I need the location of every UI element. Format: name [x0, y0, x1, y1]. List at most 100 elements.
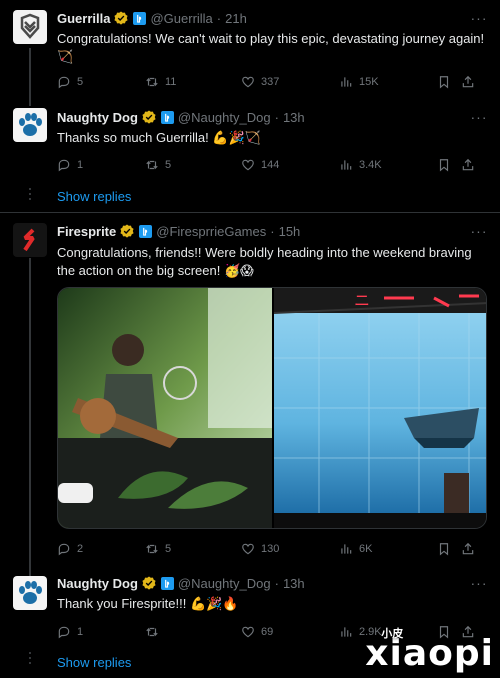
- naughty-dog-avatar[interactable]: [13, 108, 47, 142]
- display-name[interactable]: Naughty Dog: [57, 576, 138, 591]
- share-button[interactable]: [461, 158, 475, 172]
- playstation-affiliate-icon[interactable]: [160, 110, 174, 124]
- thread-dots: [29, 652, 31, 667]
- display-name[interactable]: Naughty Dog: [57, 110, 138, 125]
- bookmark-icon: [439, 543, 449, 556]
- separator-dot: ·: [274, 109, 279, 125]
- views-chart-icon: [341, 627, 352, 637]
- playstation-affiliate-icon[interactable]: [133, 11, 147, 25]
- share-button[interactable]: [461, 75, 475, 89]
- thread-dots: [29, 188, 31, 203]
- retweet-count: 5: [165, 543, 172, 555]
- reply-icon: [58, 626, 70, 639]
- share-icon: [462, 158, 474, 171]
- reply-icon: [58, 543, 70, 556]
- show-replies-link[interactable]: Show replies: [57, 655, 131, 670]
- guerrilla-avatar[interactable]: [13, 10, 47, 44]
- views-button[interactable]: 6K: [339, 542, 437, 556]
- tweet-actions: 1 5 144 3.4K: [57, 156, 488, 174]
- bookmark-button[interactable]: [437, 542, 461, 556]
- firesprite-avatar[interactable]: [13, 223, 47, 257]
- more-options-icon[interactable]: ···: [470, 11, 488, 31]
- tweet-text: Congratulations! We can't wait to play t…: [57, 31, 485, 64]
- playstation-affiliate-icon[interactable]: [139, 224, 153, 238]
- timestamp[interactable]: 13h: [283, 110, 305, 125]
- views-button[interactable]: 3.4K: [339, 158, 437, 172]
- like-button[interactable]: 144: [241, 158, 339, 172]
- display-name[interactable]: Guerrilla: [57, 11, 110, 26]
- display-name[interactable]: Firesprite: [57, 224, 116, 239]
- more-options-icon[interactable]: ···: [470, 576, 488, 596]
- tweet-text: Congratulations, friends!! Were boldly h…: [57, 245, 472, 278]
- bookmark-button[interactable]: [437, 75, 461, 89]
- view-count: 15K: [359, 76, 379, 88]
- handle[interactable]: @Guerrilla: [150, 11, 212, 26]
- timestamp[interactable]: 13h: [283, 576, 305, 591]
- tweet-media[interactable]: ニ: [57, 287, 487, 529]
- bookmark-button[interactable]: [437, 158, 461, 172]
- like-count: 337: [261, 76, 280, 88]
- naughty-dog-avatar[interactable]: [13, 576, 47, 610]
- media-photo-right[interactable]: ニ: [274, 288, 486, 528]
- watermark-small: 小皮: [381, 627, 404, 640]
- tweet-header: Guerrilla @Guerrilla · 21h: [57, 8, 460, 28]
- show-replies-link[interactable]: Show replies: [57, 189, 131, 204]
- retweet-button[interactable]: [145, 625, 241, 639]
- handle[interactable]: @Naughty_Dog: [178, 110, 271, 125]
- share-button[interactable]: [461, 542, 475, 556]
- reply-count: 5: [77, 76, 84, 88]
- tweet-guerrilla[interactable]: Guerrilla @Guerrilla · 21h ··· Congratul…: [0, 0, 500, 100]
- tweet-text: Thank you Firesprite!!! 💪🎉🔥: [57, 596, 239, 611]
- timestamp[interactable]: 15h: [279, 224, 301, 239]
- handle[interactable]: @Naughty_Dog: [178, 576, 271, 591]
- reply-icon: [58, 76, 70, 89]
- tweet-naughty-dog-reply-1[interactable]: Naughty Dog @Naughty_Dog · 13h ··· Thank…: [0, 100, 500, 212]
- retweet-icon: [146, 544, 158, 554]
- bookmark-icon: [439, 76, 449, 89]
- reply-button[interactable]: 1: [57, 158, 145, 172]
- retweet-icon: [146, 160, 158, 170]
- separator-dot: ·: [270, 223, 275, 239]
- handle[interactable]: @FiresprrieGames: [156, 224, 266, 239]
- like-button[interactable]: 69: [241, 625, 339, 639]
- tweet-header: Naughty Dog @Naughty_Dog · 13h: [57, 107, 460, 127]
- share-icon: [462, 75, 474, 88]
- media-photo-left[interactable]: [58, 288, 272, 528]
- retweet-button[interactable]: 5: [145, 542, 241, 556]
- separator-dot: ·: [216, 10, 222, 26]
- thread-line: [29, 48, 31, 106]
- reply-count: 2: [77, 543, 84, 555]
- reply-button[interactable]: 1: [57, 625, 145, 639]
- more-options-icon[interactable]: ···: [470, 110, 488, 130]
- retweet-count: 11: [165, 76, 177, 88]
- tweet-header: Naughty Dog @Naughty_Dog · 13h: [57, 573, 460, 593]
- tweet-actions: 5 11 337 15K: [57, 73, 488, 91]
- verified-badge-icon: [120, 224, 134, 238]
- views-chart-icon: [341, 544, 352, 554]
- heart-icon: [242, 159, 254, 171]
- views-chart-icon: [341, 77, 352, 87]
- tweet-header: Firesprite @FiresprrieGames · 15h: [57, 221, 460, 241]
- playstation-affiliate-icon[interactable]: [160, 576, 174, 590]
- reply-icon: [58, 159, 70, 172]
- like-button[interactable]: 337: [241, 75, 339, 89]
- verified-badge-icon: [142, 110, 156, 124]
- thread-line: [29, 258, 31, 576]
- like-button[interactable]: 130: [241, 542, 339, 556]
- reply-button[interactable]: 2: [57, 542, 145, 556]
- views-button[interactable]: 15K: [339, 75, 437, 89]
- retweet-button[interactable]: 5: [145, 158, 241, 172]
- views-chart-icon: [341, 160, 352, 170]
- like-count: 69: [261, 626, 274, 638]
- more-options-icon[interactable]: ···: [470, 224, 488, 244]
- watermark-logo: 小皮 xiaopi: [365, 627, 494, 674]
- tweet-text: Thanks so much Guerrilla! 💪🎉🏹: [57, 130, 261, 145]
- share-icon: [462, 542, 474, 555]
- neon-sign: ニ: [354, 291, 370, 310]
- timestamp[interactable]: 21h: [225, 11, 247, 26]
- reply-button[interactable]: 5: [57, 75, 145, 89]
- retweet-button[interactable]: 11: [145, 75, 241, 89]
- retweet-count: 5: [165, 159, 172, 171]
- reply-count: 1: [77, 159, 84, 171]
- reply-count: 1: [77, 626, 84, 638]
